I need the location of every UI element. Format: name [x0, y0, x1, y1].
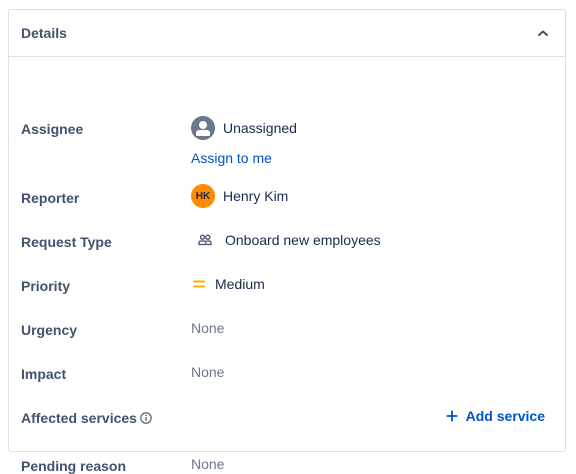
priority-medium-icon	[191, 276, 207, 292]
request-type-label: Request Type	[21, 234, 112, 250]
plus-icon	[446, 410, 458, 422]
chevron-up-icon	[538, 30, 548, 36]
avatar: HK	[191, 184, 215, 208]
pending-reason-value[interactable]: None	[191, 456, 224, 472]
impact-value[interactable]: None	[191, 364, 224, 380]
priority-label: Priority	[21, 278, 71, 294]
add-service-button[interactable]: Add service	[446, 408, 545, 424]
request-type-name: Onboard new employees	[225, 232, 381, 248]
assignee-name: Unassigned	[223, 120, 297, 136]
affected-services-label: Affected services	[21, 410, 152, 426]
panel-title: Details	[21, 25, 67, 41]
affected-services-label-text: Affected services	[21, 410, 137, 426]
add-service-label: Add service	[465, 408, 545, 424]
reporter-label: Reporter	[21, 190, 80, 206]
details-panel: Details Assignee Unassigned Assign to me…	[8, 9, 566, 474]
assignee-value[interactable]: Unassigned	[191, 116, 297, 140]
urgency-label: Urgency	[21, 322, 78, 338]
assign-to-me-link[interactable]: Assign to me	[191, 150, 272, 166]
request-type-value[interactable]: Onboard new employees	[197, 232, 381, 248]
people-icon	[197, 232, 213, 248]
info-icon[interactable]	[140, 412, 152, 424]
details-panel-header[interactable]: Details	[9, 10, 565, 57]
collapse-button[interactable]	[533, 23, 553, 43]
default-avatar-icon	[191, 116, 215, 140]
reporter-name: Henry Kim	[223, 188, 289, 204]
urgency-value[interactable]: None	[191, 320, 224, 336]
assignee-label: Assignee	[21, 121, 84, 137]
priority-name: Medium	[215, 276, 265, 292]
pending-reason-label: Pending reason	[21, 458, 127, 474]
priority-value[interactable]: Medium	[191, 276, 265, 292]
reporter-value[interactable]: HK Henry Kim	[191, 184, 288, 208]
impact-label: Impact	[21, 366, 67, 382]
